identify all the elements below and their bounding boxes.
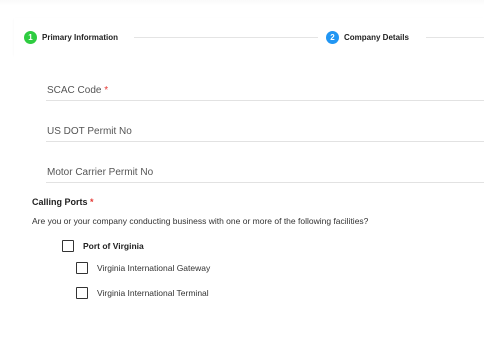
step-2-badge: 2 [326,30,339,44]
scac-code-label-text: SCAC Code [47,85,102,96]
company-details-form: SCAC Code * US DOT Permit No Motor Carri… [14,54,484,358]
step-1-label: Primary Information [42,32,119,42]
step-connector [426,37,484,38]
step-company-details[interactable]: 2 Company Details [326,30,409,44]
step-1-badge: 1 [24,30,37,44]
virginia-international-gateway-option[interactable]: Virginia International Gateway [76,262,210,274]
port-of-virginia-label: Port of Virginia [83,241,144,251]
calling-ports-question: Are you or your company conducting busin… [32,216,369,226]
virginia-international-terminal-option[interactable]: Virginia International Terminal [76,287,209,299]
step-2-label: Company Details [344,32,409,42]
required-asterisk: * [101,85,109,96]
motor-carrier-permit-label: Motor Carrier Permit No [47,167,154,178]
virginia-international-gateway-label: Virginia International Gateway [97,263,211,273]
virginia-international-terminal-checkbox[interactable] [76,287,88,299]
virginia-international-gateway-checkbox[interactable] [76,262,88,274]
port-of-virginia-option[interactable]: Port of Virginia [62,240,144,252]
calling-ports-title-text: Calling Ports [32,197,88,207]
us-dot-permit-field[interactable]: US DOT Permit No [46,121,484,142]
scac-code-label: SCAC Code * [47,85,108,96]
step-connector [134,37,318,38]
virginia-international-terminal-label: Virginia International Terminal [97,288,209,298]
required-asterisk: * [87,197,94,207]
us-dot-permit-label: US DOT Permit No [47,126,132,137]
page: 1 Primary Information 2 Company Details … [0,0,484,358]
port-of-virginia-checkbox[interactable] [62,240,74,252]
motor-carrier-permit-field[interactable]: Motor Carrier Permit No [46,162,484,183]
calling-ports-title: Calling Ports * [32,197,94,207]
stepper: 1 Primary Information 2 Company Details [14,18,484,55]
scac-code-field[interactable]: SCAC Code * [46,80,484,101]
step-primary-information[interactable]: 1 Primary Information [24,30,118,44]
